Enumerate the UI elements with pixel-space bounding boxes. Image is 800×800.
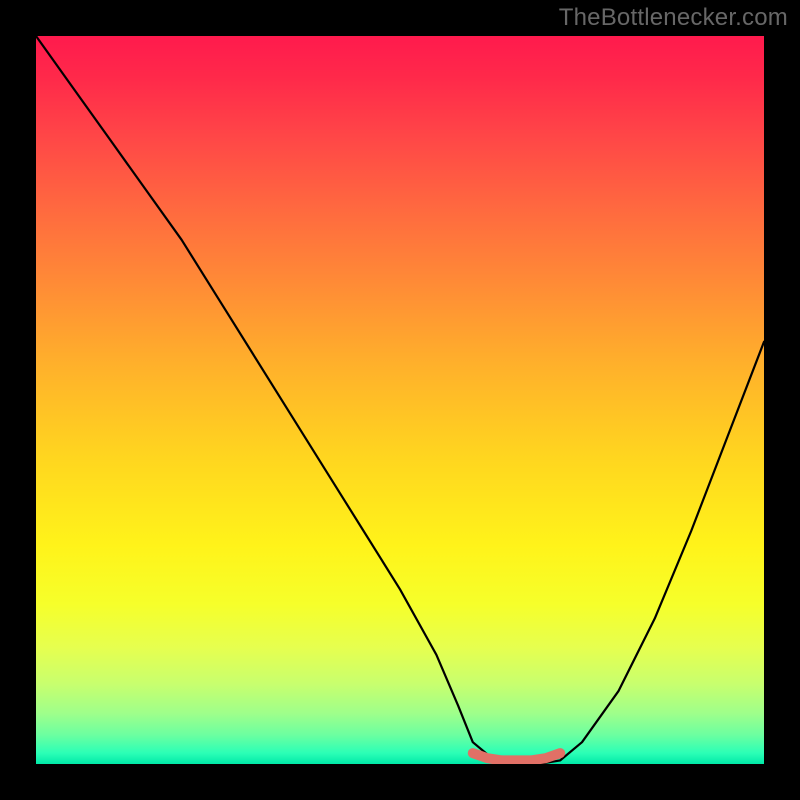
watermark-text: TheBottlenecker.com — [559, 4, 788, 32]
curve-layer — [36, 36, 764, 764]
optimal-marker — [473, 753, 560, 760]
bottleneck-curve — [36, 36, 764, 764]
chart-frame: TheBottlenecker.com — [0, 0, 800, 800]
plot-area — [36, 36, 764, 764]
